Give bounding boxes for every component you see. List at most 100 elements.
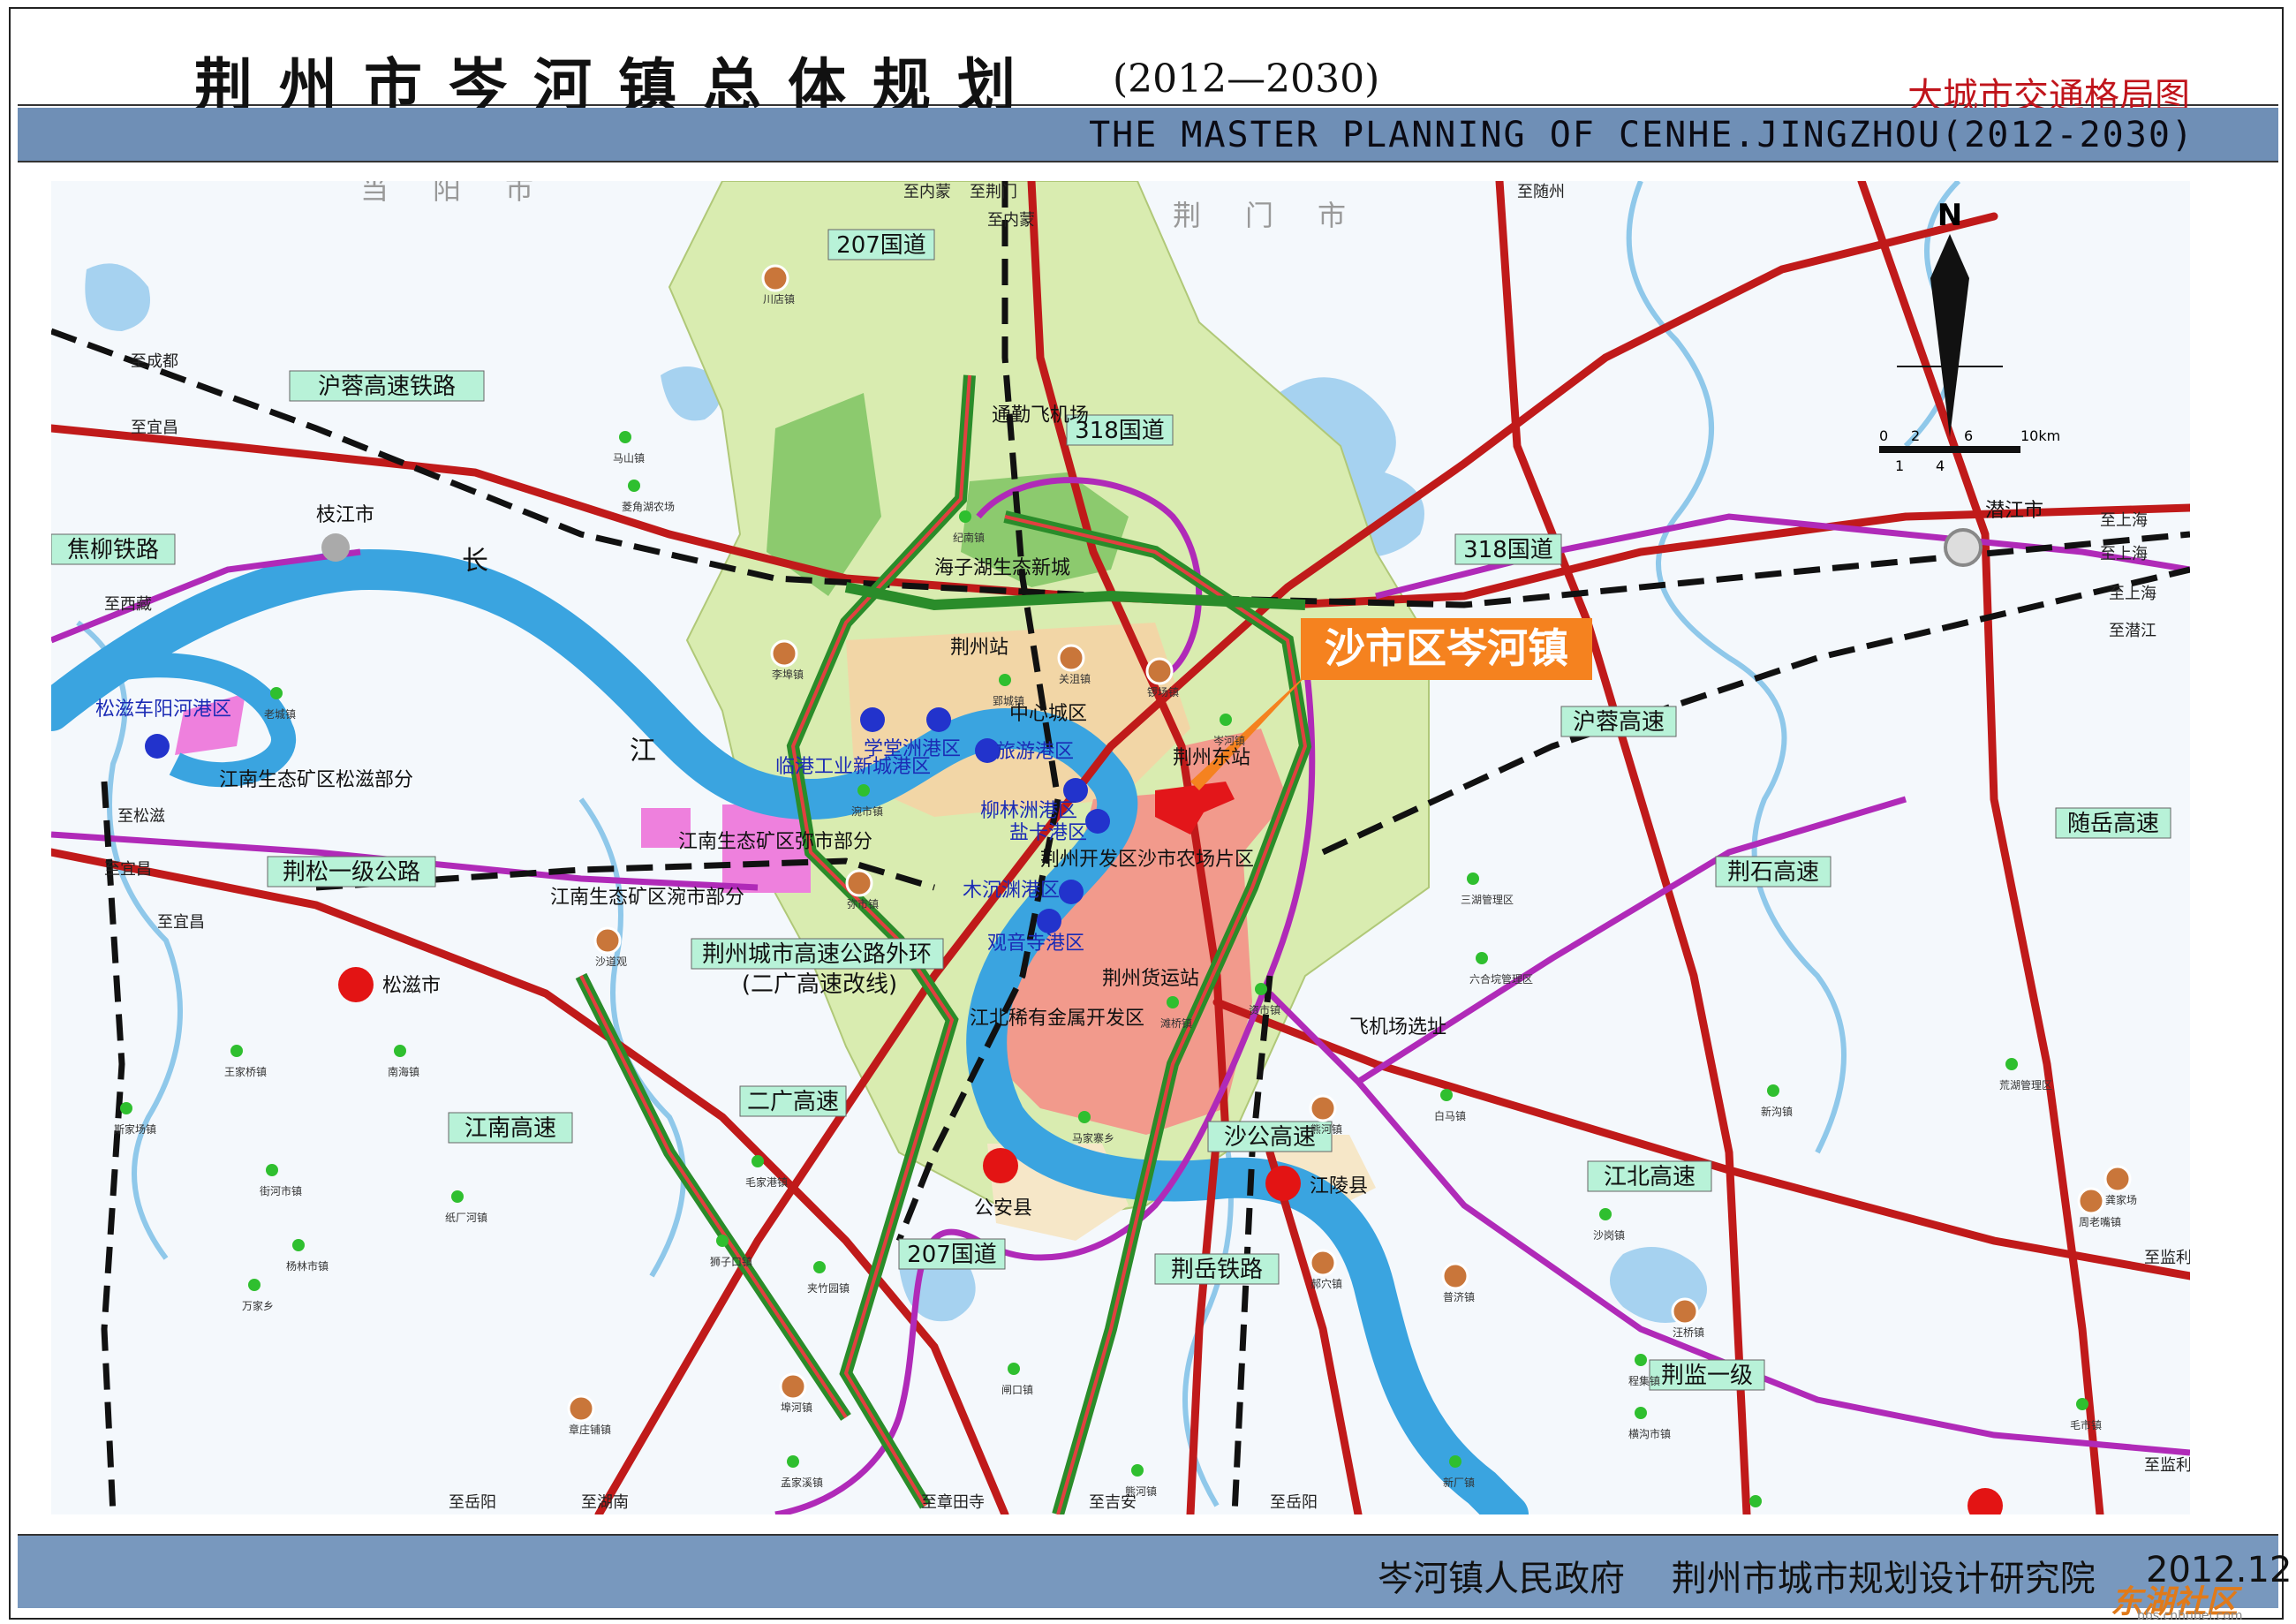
place-zhijiang: 枝江市 (316, 504, 374, 526)
town-label: 沙岗镇 (1593, 1229, 1625, 1242)
town-label: 街河市镇 (260, 1184, 302, 1197)
river-jiang: 江 (630, 736, 656, 767)
dir-10: 至上海 (2100, 511, 2148, 530)
town-marker (1449, 1455, 1461, 1468)
river-chang: 长 (462, 546, 488, 577)
scale-4: 4 (1936, 457, 1945, 474)
english-title: THE MASTER PLANNING OF CENHE.JINGZHOU(20… (1089, 115, 2194, 155)
town-marker (2077, 1187, 2105, 1215)
label-jiangnan: 江南高速 (464, 1115, 556, 1142)
scale-6: 6 (1964, 427, 1973, 444)
town-marker (270, 687, 283, 699)
place-jingzhou-east: 荆州东站 (1173, 747, 1250, 769)
label-207-north: 207国道 (836, 232, 926, 259)
town-label: 南海镇 (388, 1065, 419, 1078)
place-qianjiang: 潜江市 (1985, 500, 2043, 522)
town-label: 荒湖管理区 (1999, 1078, 2052, 1091)
port-label-lvyou: 旅游港区 (996, 741, 1074, 763)
town-label: 三湖管理区 (1461, 893, 1514, 906)
place-songzi: 松滋市 (382, 975, 441, 997)
town-marker (1255, 983, 1267, 995)
town-marker (1476, 952, 1488, 964)
town-label: 菱角湖农场 (622, 500, 675, 513)
label-outer-ring: 荆州城市高速公路外环 (702, 941, 932, 968)
label-erguang-change: (二广高速改线) (742, 971, 897, 998)
town-label: 夹竹园镇 (807, 1282, 850, 1295)
town-label: 熊河镇 (1125, 1484, 1157, 1498)
label-hurong-exp: 沪蓉高速 (1573, 709, 1665, 736)
town-label: 郝穴镇 (1310, 1277, 1342, 1290)
jiangling-marker (1265, 1166, 1301, 1201)
port-label-guanyinsi: 观音寺港区 (987, 933, 1084, 955)
town-marker (857, 784, 870, 797)
town-marker (1749, 1495, 1762, 1507)
town-label: 斯家场镇 (114, 1122, 156, 1136)
place-kaifaqu: 荆州开发区沙市农场片区 (1040, 849, 1254, 871)
town-marker (716, 1235, 729, 1247)
label-hurong-rail: 沪蓉高速铁路 (318, 374, 456, 400)
town-marker (1057, 644, 1085, 672)
footer-bar: 岑河镇人民政府 荆州市城市规划设计研究院 2012.12 (18, 1534, 2292, 1608)
town-label: 龚家场 (2105, 1193, 2137, 1206)
town-label: 沙道观 (595, 956, 627, 968)
town-label: 马家寨乡 (1072, 1131, 1114, 1144)
town-label: 纸厂河镇 (445, 1212, 487, 1224)
town-marker (292, 1239, 305, 1251)
dir-16: 至岳阳 (449, 1493, 496, 1512)
town-label: 埠河镇 (781, 1401, 812, 1414)
town-marker (1635, 1407, 1647, 1419)
town-label: 白马镇 (1434, 1109, 1466, 1122)
dir-1: 至荆门 (970, 183, 1017, 201)
town-label: 普济镇 (1443, 1290, 1475, 1303)
dir-15: 至监利 (2144, 1456, 2190, 1475)
town-marker (1767, 1084, 1779, 1097)
town-marker (1467, 872, 1479, 885)
town-label: 杨林市镇 (286, 1259, 329, 1273)
town-marker (751, 1155, 764, 1167)
town-marker (628, 480, 640, 492)
town-marker (1220, 714, 1232, 726)
transport-map: 沙市区岑河镇 N 0 2 6 10km 1 4 207国道 318国道 318国… (51, 181, 2190, 1514)
town-marker (1131, 1464, 1144, 1477)
place-mine-mishi: 江南生态矿区弥市部分 (678, 831, 872, 853)
dir-3: 至随州 (1517, 183, 1565, 201)
town-marker (1635, 1354, 1647, 1366)
watermark-url: bbs.cnhubei.com (2137, 1609, 2243, 1623)
town-marker (1671, 1297, 1699, 1326)
town-marker (2103, 1165, 2132, 1193)
label-jiangbei: 江北高速 (1604, 1164, 1696, 1190)
footer-orgs: 岑河镇人民政府 荆州市城市规划设计研究院 (1378, 1550, 2096, 1601)
town-label: 王家桥镇 (224, 1065, 267, 1078)
dir-6: 至西藏 (104, 595, 152, 614)
town-marker (1167, 996, 1179, 1008)
town-label: 郢城镇 (993, 695, 1024, 707)
place-airport-site: 飞机场选址 (1349, 1016, 1446, 1039)
town-label: 岑河镇 (1213, 735, 1245, 747)
place-haizihu: 海子湖生态新城 (934, 557, 1070, 579)
town-label: 老城镇 (264, 708, 296, 721)
north-label: N (1937, 198, 1962, 233)
songzi-marker (338, 967, 374, 1002)
town-label: 资市镇 (1249, 1003, 1280, 1016)
town-marker (761, 264, 789, 292)
port-label-yanka: 盐卡港区 (1009, 822, 1087, 844)
town-label: 关沮镇 (1059, 673, 1091, 685)
port-label-muchenyuan: 木沉渊港区 (963, 880, 1060, 902)
place-commuter-airport: 通勤飞机场 (992, 404, 1089, 427)
place-freight-station: 荆州货运站 (1102, 968, 1199, 990)
town-marker (1440, 1089, 1453, 1101)
dir-20: 至岳阳 (1270, 1493, 1318, 1512)
town-label: 闸口镇 (1001, 1384, 1033, 1396)
town-marker (266, 1164, 278, 1176)
port-yanka (1085, 809, 1110, 834)
dir-0: 至内蒙 (903, 183, 951, 201)
label-jingyue: 荆岳铁路 (1171, 1257, 1263, 1283)
label-jiaoliu-rail: 焦柳铁路 (67, 537, 159, 563)
town-label: 程集镇 (1628, 1374, 1660, 1387)
town-marker (999, 674, 1011, 686)
region-jingmen: 荆门市 (1173, 199, 1390, 232)
town-marker (1309, 1094, 1337, 1122)
town-label: 万家乡 (242, 1299, 274, 1312)
town-marker (770, 639, 798, 668)
town-marker (1309, 1249, 1337, 1277)
